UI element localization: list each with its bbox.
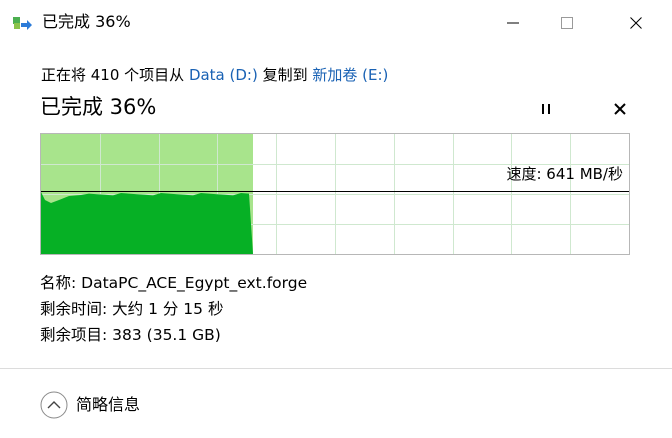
fewer-details-button[interactable] bbox=[38, 389, 70, 421]
source-link[interactable]: Data (D:) bbox=[189, 66, 258, 84]
destination-link[interactable]: 新加卷 (E:) bbox=[312, 66, 388, 84]
speed-graph: 速度: 641 MB/秒 bbox=[40, 133, 630, 255]
footer-divider bbox=[0, 368, 672, 369]
speed-label: 速度: 641 MB/秒 bbox=[506, 165, 623, 183]
minimize-icon bbox=[507, 22, 519, 24]
file-name-line: 名称: DataPC_ACE_Egypt_ext.forge bbox=[40, 274, 308, 292]
copy-description: 正在将 410 个项目从 Data (D:) 复制到 新加卷 (E:) bbox=[41, 63, 388, 87]
copy-prefix: 正在将 410 个项目从 bbox=[41, 66, 189, 84]
pause-button[interactable] bbox=[534, 97, 558, 121]
copy-middle: 复制到 bbox=[257, 66, 313, 84]
window-title: 已完成 36% bbox=[42, 12, 131, 31]
close-button[interactable] bbox=[613, 0, 659, 46]
copy-app-icon bbox=[12, 14, 34, 32]
close-icon bbox=[630, 17, 642, 29]
speed-graph-canvas bbox=[41, 134, 629, 254]
chevron-up-icon bbox=[40, 391, 68, 419]
time-remaining-line: 剩余时间: 大约 1 分 15 秒 bbox=[40, 300, 224, 318]
throughput-area bbox=[41, 192, 253, 254]
maximize-icon bbox=[561, 17, 573, 29]
title-bar: 已完成 36% bbox=[0, 0, 672, 46]
pause-icon bbox=[542, 104, 550, 114]
cancel-button[interactable] bbox=[608, 97, 632, 121]
fewer-details-label[interactable]: 简略信息 bbox=[76, 394, 140, 416]
items-remaining-line: 剩余项目: 383 (35.1 GB) bbox=[40, 326, 221, 344]
minimize-button[interactable] bbox=[490, 0, 536, 46]
maximize-button[interactable] bbox=[544, 0, 590, 46]
cancel-icon bbox=[614, 103, 626, 115]
progress-percent-label: 已完成 36% bbox=[40, 95, 157, 119]
